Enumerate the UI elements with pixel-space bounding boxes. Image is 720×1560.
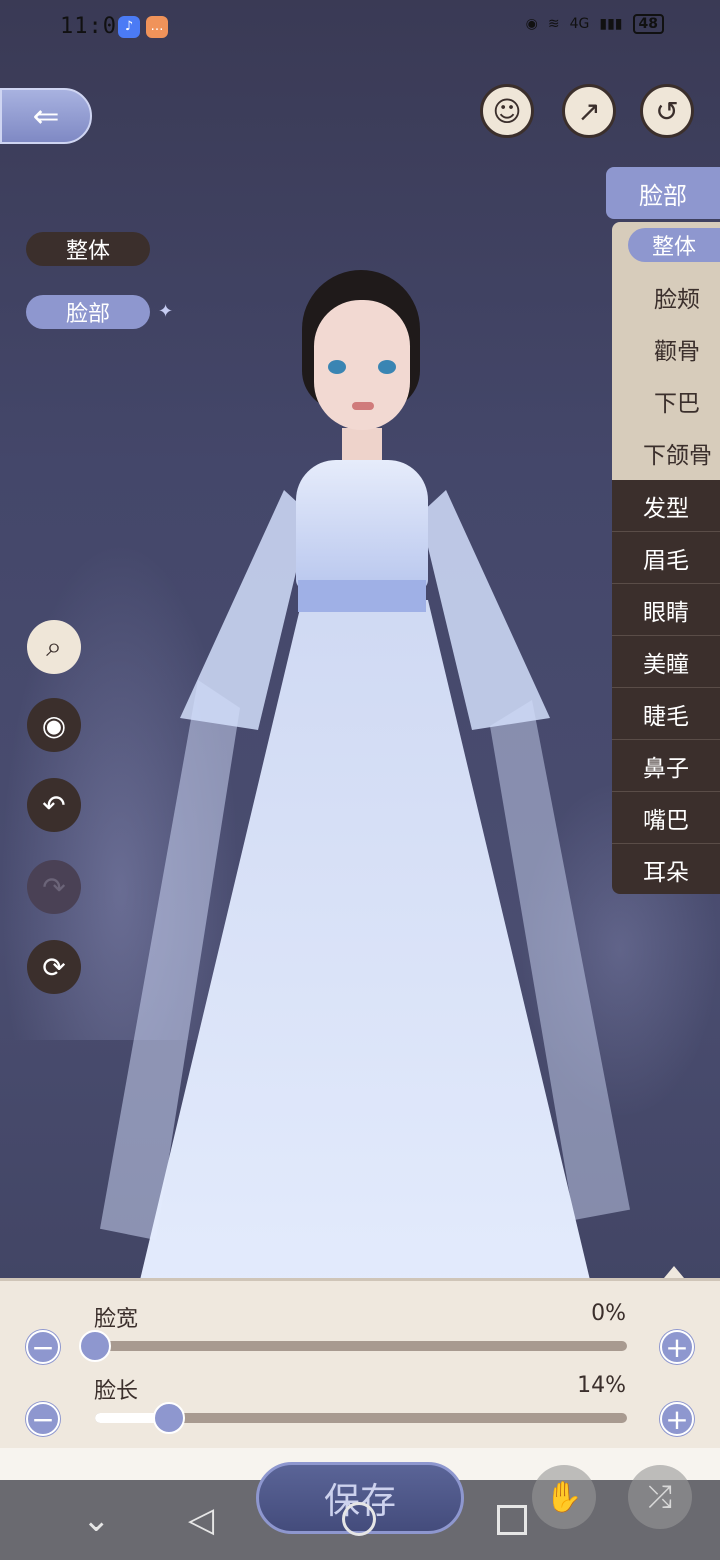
category-eyebrows[interactable]: 眉毛: [612, 532, 720, 584]
category-mouth[interactable]: 嘴巴: [612, 792, 720, 844]
nav-back-icon[interactable]: ◁: [188, 1500, 214, 1540]
subcategory-jaw[interactable]: 下颌骨: [643, 436, 712, 470]
nav-recent-icon[interactable]: [497, 1505, 527, 1535]
category-eyes[interactable]: 眼睛: [612, 584, 720, 636]
slider-value-face-length: 14%: [577, 1373, 626, 1398]
increase-face-width-button[interactable]: +: [660, 1330, 694, 1364]
category-eyelashes[interactable]: 睫毛: [612, 688, 720, 740]
back-button[interactable]: ⇐: [0, 88, 92, 144]
face-profile-icon: ☺: [492, 94, 522, 128]
nav-collapse-icon[interactable]: ⌄: [82, 1500, 111, 1540]
panel-pointer: [664, 1266, 684, 1278]
redo-icon: ↷: [42, 870, 66, 904]
reset-icon: ↺: [655, 94, 679, 128]
wifi-icon: ≋: [547, 16, 560, 32]
character-model[interactable]: [100, 260, 630, 1290]
subcategory-cheek[interactable]: 脸颊: [654, 280, 700, 314]
plus-icon: +: [665, 1331, 689, 1364]
increase-face-length-button[interactable]: +: [660, 1402, 694, 1436]
share-button[interactable]: ↗: [562, 84, 616, 138]
decrease-face-length-button[interactable]: −: [26, 1402, 60, 1436]
subcategory-whole[interactable]: 整体: [628, 228, 720, 262]
plus-icon: +: [665, 1403, 689, 1436]
music-app-icon: ♪: [118, 16, 140, 38]
character-bodice: [296, 460, 428, 590]
slider-label-face-width: 脸宽: [94, 1307, 139, 1332]
character-lips: [352, 402, 374, 410]
camera-zoom-button[interactable]: ⌕: [27, 620, 81, 674]
slider-handle[interactable]: [153, 1402, 186, 1434]
face-length-slider[interactable]: [95, 1402, 627, 1434]
rotate-icon: ⟳: [42, 950, 66, 984]
nav-home-icon[interactable]: [342, 1502, 376, 1536]
shuffle-icon: ⤮: [648, 1479, 672, 1515]
category-ears[interactable]: 耳朵: [612, 844, 720, 896]
eye-comfort-icon: ◉: [525, 16, 538, 32]
category-header-face[interactable]: 脸部: [606, 167, 720, 219]
category-hairstyle[interactable]: 发型: [612, 480, 720, 532]
rotate-button[interactable]: ⟳: [27, 940, 81, 994]
network-label: 4G: [569, 16, 590, 32]
status-bar: 11:09 ♪ … ◉ ≋ 4G ▮▮▮ 48: [0, 0, 720, 56]
character-sash: [298, 580, 426, 612]
face-width-slider[interactable]: [79, 1330, 627, 1362]
slider-panel: 脸宽 0% − + 脸长 14% − +: [0, 1278, 720, 1448]
hand-icon: ✋: [545, 1479, 583, 1515]
back-arrow-icon: ⇐: [32, 97, 60, 135]
character-eye: [328, 360, 346, 374]
slider-handle[interactable]: [79, 1330, 111, 1362]
randomize-button[interactable]: ⤮: [628, 1465, 692, 1529]
reset-button[interactable]: ↺: [640, 84, 694, 138]
category-list: 发型 眉毛 眼睛 美瞳 睫毛 鼻子 嘴巴 耳朵: [612, 480, 720, 894]
battery-level: 48: [632, 14, 664, 34]
subcategory-chin[interactable]: 下巴: [654, 384, 700, 418]
minus-icon: −: [31, 1331, 55, 1364]
decrease-face-width-button[interactable]: −: [26, 1330, 60, 1364]
share-icon: ↗: [577, 94, 601, 128]
status-indicators: ◉ ≋ 4G ▮▮▮ 48: [526, 14, 664, 34]
category-contacts[interactable]: 美瞳: [612, 636, 720, 688]
toggle-view-button[interactable]: ◉: [27, 698, 81, 752]
subcategory-cheekbone[interactable]: 颧骨: [654, 332, 700, 366]
category-nose[interactable]: 鼻子: [612, 740, 720, 792]
message-app-icon: …: [146, 16, 168, 38]
undo-button[interactable]: ↶: [27, 778, 81, 832]
slider-label-face-length: 脸长: [94, 1379, 139, 1404]
signal-icon: ▮▮▮: [599, 16, 623, 32]
undo-icon: ↶: [42, 788, 66, 822]
gesture-button[interactable]: ✋: [532, 1465, 596, 1529]
face-profile-button[interactable]: ☺: [480, 84, 534, 138]
minus-icon: −: [31, 1403, 55, 1436]
redo-button[interactable]: ↷: [27, 860, 81, 914]
character-eye: [378, 360, 396, 374]
camera-zoom-icon: ⌕: [46, 630, 62, 663]
eye-icon: ◉: [41, 708, 67, 742]
slider-value-face-width: 0%: [591, 1301, 626, 1326]
